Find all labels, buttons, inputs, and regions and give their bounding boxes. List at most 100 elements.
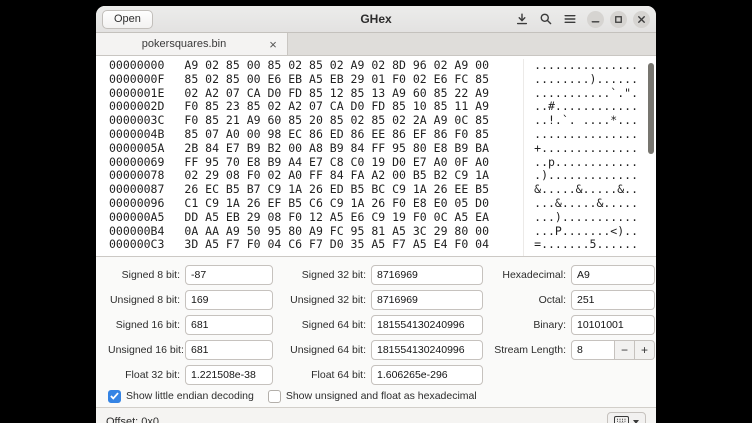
unsigned-8-bit-input[interactable]	[185, 290, 273, 310]
signed-8-bit-input[interactable]	[185, 265, 273, 285]
stream-length-input[interactable]	[571, 340, 615, 360]
ascii-row[interactable]: ...)...........	[534, 211, 638, 225]
hex-byte-column[interactable]: A9 02 85 00 85 02 85 02 A9 02 8D 96 02 A…	[172, 59, 523, 256]
tab-pokersquares[interactable]: pokersquares.bin ×	[96, 33, 288, 55]
ascii-column[interactable]: .......................)................…	[523, 59, 645, 256]
offset-label: 0000000F	[109, 73, 164, 87]
unsigned-8-bit-label: Unsigned 8 bit:	[108, 294, 180, 306]
unsigned-16-bit-input[interactable]	[185, 340, 273, 360]
decode-options-row: Show little endian decoding Show unsigned…	[96, 385, 656, 407]
float-64-bit-label: Float 64 bit:	[280, 369, 366, 381]
checked-checkbox[interactable]	[108, 390, 121, 403]
offset-label: 0000004B	[109, 128, 164, 142]
screen: Open GHex	[0, 0, 752, 423]
titlebar-actions	[511, 9, 650, 29]
hex-row[interactable]: 26 EC B5 B7 C9 1A 26 ED B5 BC C9 1A 26 E…	[184, 183, 515, 197]
stream-length-increment-button[interactable]: +	[635, 340, 655, 360]
stream-length-decrement-button[interactable]: −	[615, 340, 635, 360]
signed-32-bit-input[interactable]	[371, 265, 483, 285]
offset-label: 0000003C	[109, 114, 164, 128]
ascii-row[interactable]: ...P.......<)..	[534, 225, 638, 239]
offset-label: 000000C3	[109, 238, 164, 252]
float-32-bit-label: Float 32 bit:	[108, 369, 180, 381]
open-button[interactable]: Open	[102, 10, 153, 29]
signed-16-bit-label: Signed 16 bit:	[108, 319, 180, 331]
ascii-row[interactable]: ...............	[534, 128, 638, 142]
offset-label: 0000001E	[109, 87, 164, 101]
hex-row[interactable]: 0A AA A9 50 95 80 A9 FC 95 81 A5 3C 29 8…	[184, 225, 515, 239]
maximize-button[interactable]	[610, 11, 627, 28]
hex-row[interactable]: 3D A5 F7 F0 04 C6 F7 D0 35 A5 F7 A5 E4 F…	[184, 238, 515, 252]
octal-label: Octal:	[490, 294, 566, 306]
close-button[interactable]	[633, 11, 650, 28]
unsigned-16-bit-label: Unsigned 16 bit:	[108, 344, 180, 356]
scrollbar-thumb[interactable]	[648, 63, 654, 154]
ascii-row[interactable]: =.......5......	[534, 238, 638, 252]
maximize-icon	[613, 14, 624, 25]
float-64-bit-input[interactable]	[371, 365, 483, 385]
offset-label: 00000000	[109, 59, 164, 73]
ascii-row[interactable]: .).............	[534, 169, 638, 183]
hex-row[interactable]: F0 85 21 A9 60 85 20 85 02 85 02 2A A9 0…	[184, 114, 515, 128]
keyboard-icon	[614, 415, 629, 423]
float-32-bit-input[interactable]	[185, 365, 273, 385]
ascii-row[interactable]: ...........`.".	[534, 87, 638, 101]
close-icon	[636, 14, 647, 25]
offset-label: 00000069	[109, 156, 164, 170]
offset-label: 00000078	[109, 169, 164, 183]
binary-label: Binary:	[490, 319, 566, 331]
decode-column-3: Hexadecimal: Octal: Binary: Stream Length: −…	[490, 265, 655, 385]
search-icon	[539, 12, 553, 26]
save-button[interactable]	[511, 9, 533, 29]
display-options-button[interactable]	[607, 412, 646, 423]
ascii-row[interactable]: ..#............	[534, 100, 638, 114]
hex-row[interactable]: FF 95 70 E8 B9 A4 E7 C8 C0 19 D0 E7 A0 0…	[184, 156, 515, 170]
offset-label: 00000087	[109, 183, 164, 197]
minimize-button[interactable]	[587, 11, 604, 28]
hex-row[interactable]: A9 02 85 00 85 02 85 02 A9 02 8D 96 02 A…	[184, 59, 515, 73]
signed-64-bit-label: Signed 64 bit:	[280, 319, 366, 331]
signed-16-bit-input[interactable]	[185, 315, 273, 335]
unsigned-32-bit-input[interactable]	[371, 290, 483, 310]
signed-64-bit-input[interactable]	[371, 315, 483, 335]
hexadecimal-input[interactable]	[571, 265, 655, 285]
ascii-row[interactable]: ..p............	[534, 156, 638, 170]
ascii-row[interactable]: ...&.....&.....	[534, 197, 638, 211]
hex-row[interactable]: F0 85 23 85 02 A2 07 CA D0 FD 85 10 85 1…	[184, 100, 515, 114]
ascii-row[interactable]: ...............	[534, 59, 638, 73]
unchecked-checkbox[interactable]	[268, 390, 281, 403]
unsigned-64-bit-input[interactable]	[371, 340, 483, 360]
save-icon	[515, 12, 529, 26]
find-button[interactable]	[535, 9, 557, 29]
octal-input[interactable]	[571, 290, 655, 310]
decode-column-1: Signed 8 bit:Unsigned 8 bit:Signed 16 bi…	[108, 265, 273, 385]
stream-length-label: Stream Length:	[490, 344, 566, 356]
scrollbar[interactable]	[645, 59, 656, 256]
checkbox-item[interactable]: Show unsigned and float as hexadecimal	[268, 390, 477, 403]
tab-close-icon[interactable]: ×	[266, 37, 280, 51]
hexadecimal-label: Hexadecimal:	[490, 269, 566, 281]
ascii-row[interactable]: +..............	[534, 142, 638, 156]
hex-row[interactable]: 02 A2 07 CA D0 FD 85 12 85 13 A9 60 85 2…	[184, 87, 515, 101]
hex-row[interactable]: 2B 84 E7 B9 B2 00 A8 B9 84 FF 95 80 E8 B…	[184, 142, 515, 156]
ascii-row[interactable]: ........)......	[534, 73, 638, 87]
hex-row[interactable]: C1 C9 1A 26 EF B5 C6 C9 1A 26 F0 E8 E0 0…	[184, 197, 515, 211]
unsigned-64-bit-label: Unsigned 64 bit:	[280, 344, 366, 356]
menu-button[interactable]	[559, 9, 581, 29]
signed-32-bit-label: Signed 32 bit:	[280, 269, 366, 281]
offset-label: 000000B4	[109, 225, 164, 239]
cursor-offset: Offset: 0x0	[106, 416, 159, 423]
ascii-row[interactable]: &.....&.....&..	[534, 183, 638, 197]
hex-row[interactable]: 85 02 85 00 E6 EB A5 EB 29 01 F0 02 E6 F…	[184, 73, 515, 87]
hex-row[interactable]: 02 29 08 F0 02 A0 FF 84 FA A2 00 B5 B2 C…	[184, 169, 515, 183]
hex-view: 000000000000000F0000001E0000002D0000003C…	[96, 56, 656, 257]
checkbox-label: Show little endian decoding	[126, 390, 254, 402]
hex-row[interactable]: DD A5 EB 29 08 F0 12 A5 E6 C9 19 F0 0C A…	[184, 211, 515, 225]
tab-label: pokersquares.bin	[108, 38, 260, 50]
ascii-row[interactable]: ..!.`. ....*...	[534, 114, 638, 128]
hex-row[interactable]: 85 07 A0 00 98 EC 86 ED 86 EE 86 EF 86 F…	[184, 128, 515, 142]
status-bar: Offset: 0x0	[96, 407, 656, 423]
binary-input[interactable]	[571, 315, 655, 335]
checkbox-item[interactable]: Show little endian decoding	[108, 390, 254, 403]
tab-bar: pokersquares.bin ×	[96, 33, 656, 56]
